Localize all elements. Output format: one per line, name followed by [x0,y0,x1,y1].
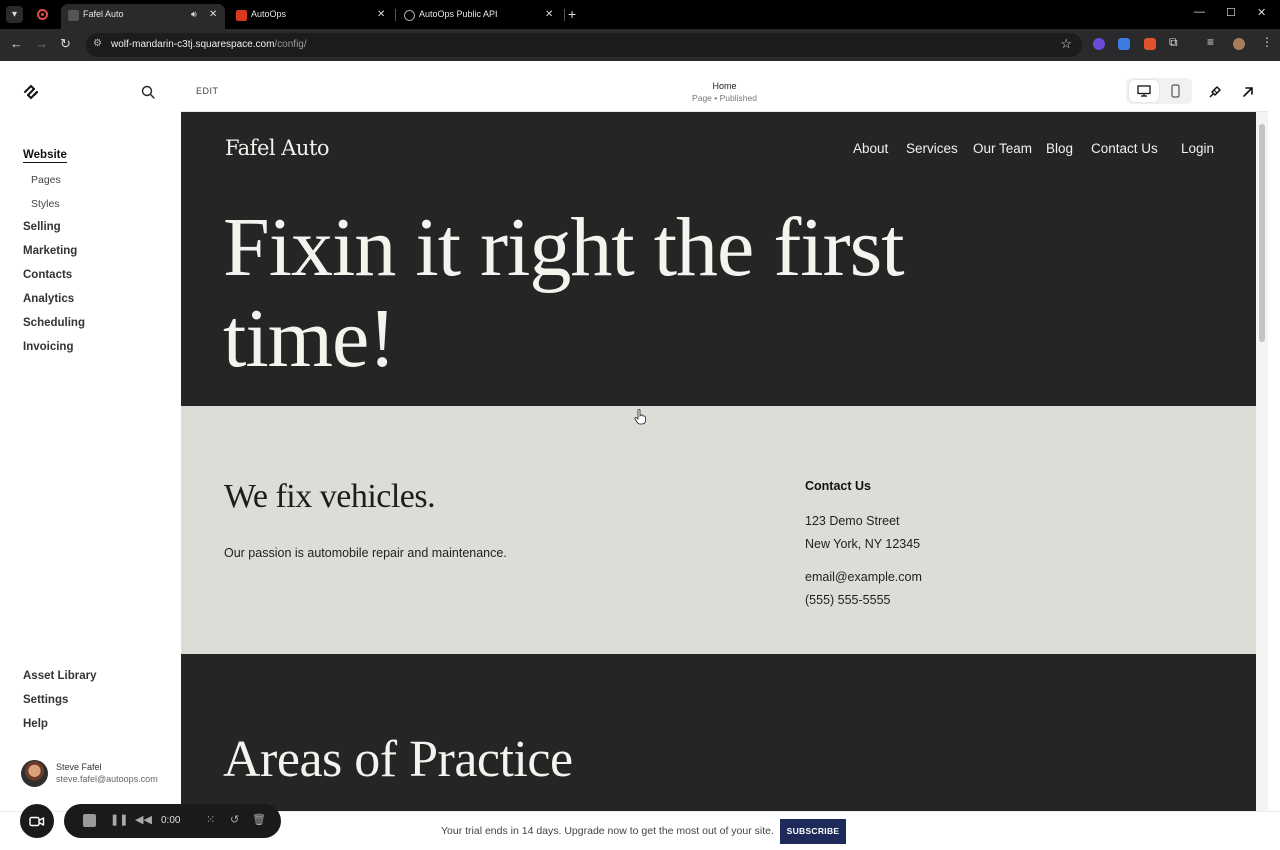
device-view-toggle [1126,78,1192,104]
maximize-icon[interactable]: ☐ [1226,6,1236,19]
bookmark-star-icon[interactable]: ☆ [1060,36,1072,52]
camera-toggle-button[interactable] [20,804,54,838]
close-tab-icon[interactable]: ✕ [209,4,217,25]
media-controls-icon[interactable]: ≡ [1207,35,1214,49]
about-heading: We fix vehicles. [224,478,436,515]
about-text: Our passion is automobile repair and mai… [224,546,507,560]
sidebar-item-invoicing[interactable]: Invoicing [23,341,73,353]
scrollbar-thumb[interactable] [1259,124,1265,342]
tab-fafel-auto[interactable]: Fafel Auto 🔊︎ ✕ [61,4,225,29]
sidebar-item-selling[interactable]: Selling [23,221,61,233]
new-tab-button[interactable]: + [568,4,576,24]
mobile-view-button[interactable] [1160,80,1190,102]
reload-icon[interactable]: ↻ [60,36,71,52]
contact-address-line2: New York, NY 12345 [805,537,921,551]
search-icon[interactable] [140,84,156,100]
site-nav-about[interactable]: About [853,141,888,156]
pause-icon[interactable]: ❚❚ [110,813,128,826]
profile-avatar-icon[interactable] [1233,38,1245,50]
tab-autoops[interactable]: AutoOps ✕ [229,4,393,29]
sidebar-item-asset-library[interactable]: Asset Library [23,670,97,682]
tab-title: Fafel Auto [83,9,124,19]
contact-address-line1: 123 Demo Street [805,514,900,528]
site-nav-our-team[interactable]: Our Team [973,141,1032,156]
user-avatar[interactable] [21,760,48,787]
user-name: Steve Fafel [56,762,102,772]
puzzle-extensions-icon[interactable]: ⧉ [1169,35,1178,50]
back-arrow-icon[interactable]: ← [10,36,23,51]
page-status: Page • Published [692,93,757,103]
recording-controls: ❚❚ ◀◀ 0:00 ⁙ ↺ 🗑︎ [64,804,281,838]
site-login-link[interactable]: Login [1181,141,1214,156]
design-brush-icon[interactable] [1207,84,1223,100]
desktop-icon [1137,85,1151,97]
sidebar-item-scheduling[interactable]: Scheduling [23,317,85,329]
extension-recorder-icon[interactable] [1144,38,1156,50]
sidebar-item-contacts[interactable]: Contacts [23,269,72,281]
hero-section: Fafel Auto About Services Our Team Blog … [181,112,1256,406]
sidebar-item-marketing[interactable]: Marketing [23,245,77,257]
practice-heading: Areas of Practice [223,731,573,788]
browser-menu-icon[interactable]: ⋮ [1261,35,1273,49]
site-preview: Fafel Auto About Services Our Team Blog … [181,112,1256,811]
sidebar-subitem-styles[interactable]: Styles [31,198,60,210]
browser-toolbar: ← → ↻ ⚙︎ wolf-mandarin-c3tj.squarespace.… [0,29,1280,61]
forward-arrow-icon[interactable]: → [35,36,48,51]
trial-text: Your trial ends in 14 days. Upgrade now … [441,825,774,837]
recording-indicator-icon [37,9,48,20]
grid-dots-icon[interactable]: ⁙ [206,813,215,826]
close-window-icon[interactable]: ✕ [1257,6,1266,19]
minimize-icon[interactable]: — [1194,6,1205,18]
rewind-icon[interactable]: ◀◀ [135,813,152,826]
address-bar[interactable]: ⚙︎ wolf-mandarin-c3tj.squarespace.com/co… [86,33,1082,57]
trash-icon[interactable]: 🗑︎ [252,813,266,826]
sidebar-item-help[interactable]: Help [23,718,48,730]
site-nav-blog[interactable]: Blog [1046,141,1073,156]
squarespace-logo-icon[interactable] [22,83,40,101]
recording-timer: 0:00 [161,815,181,826]
tab-divider [395,9,396,21]
site-nav-contact-us[interactable]: Contact Us [1091,141,1158,156]
speaker-icon[interactable]: 🔊︎ [191,4,197,25]
hand-cursor-icon [634,409,646,425]
contact-email[interactable]: email@example.com [805,570,922,584]
site-logo[interactable]: Fafel Auto [225,136,330,160]
restart-icon[interactable]: ↺ [230,813,239,826]
site-nav-services[interactable]: Services [906,141,958,156]
close-tab-icon[interactable]: ✕ [545,4,553,25]
sidebar-item-settings[interactable]: Settings [23,694,68,706]
tab-autoops-public-api[interactable]: AutoOps Public API ✕ [397,4,562,29]
browser-tab-bar: ▾ Fafel Auto 🔊︎ ✕ AutoOps ✕ AutoOps Publ… [0,0,1280,29]
globe-icon [404,10,415,21]
extension-tag-icon[interactable] [1118,38,1130,50]
sidebar-item-website[interactable]: Website [23,149,67,163]
extension-icon[interactable] [1093,38,1105,50]
page-title: Home [712,81,737,91]
url-text: wolf-mandarin-c3tj.squarespace.com/confi… [111,39,307,50]
tab-search-button[interactable]: ▾ [6,6,23,23]
subscribe-button[interactable]: SUBSCRIBE [780,819,846,844]
sidebar-subitem-pages[interactable]: Pages [31,174,61,186]
editor-toolbar: EDIT Home Page • Published [181,72,1268,112]
autoops-favicon-icon [236,10,247,21]
mobile-phone-icon [1170,84,1180,98]
hero-heading: Fixin it right the first time! [223,201,905,385]
practice-section: Areas of Practice [181,654,1256,811]
about-section: We fix vehicles. Our passion is automobi… [181,406,1256,654]
desktop-view-button[interactable] [1129,80,1159,102]
site-info-icon[interactable]: ⚙︎ [93,38,102,49]
close-tab-icon[interactable]: ✕ [377,4,385,25]
user-email: steve.fafel@autoops.com [56,774,158,784]
preview-scrollbar[interactable] [1256,112,1268,811]
tab-title: AutoOps Public API [419,9,498,19]
contact-heading: Contact Us [805,479,871,493]
exit-arrow-icon[interactable] [1240,84,1256,100]
tab-title: AutoOps [251,9,287,19]
video-camera-icon [29,816,45,826]
stop-recording-button[interactable] [83,814,96,827]
tab-divider [564,9,565,21]
contact-phone[interactable]: (555) 555-5555 [805,593,890,607]
squarespace-favicon-icon [68,10,79,21]
sidebar-item-analytics[interactable]: Analytics [23,293,74,305]
